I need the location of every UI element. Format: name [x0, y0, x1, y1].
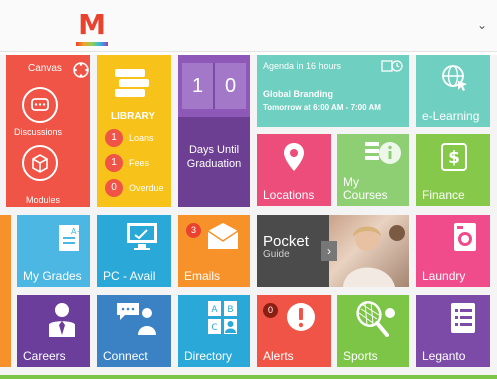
elearning-tile[interactable]: e-Learning: [416, 55, 490, 127]
top-bar: M ⌄: [0, 0, 497, 52]
canvas-logo-icon: [73, 62, 89, 78]
logo-rainbow-bar: [76, 42, 108, 46]
alerts-badge: 0: [263, 303, 278, 318]
svg-text:A+: A+: [71, 227, 83, 236]
emails-badge: 3: [186, 223, 201, 238]
businessman-icon: [49, 303, 75, 337]
emails-label: Emails: [184, 269, 221, 283]
logo-letter: M: [78, 8, 106, 41]
left-edge-strip: [0, 215, 11, 367]
alerts-label: Alerts: [263, 349, 294, 363]
calendar-clock-icon: [381, 60, 403, 72]
mycourses-label-line2: Courses: [343, 188, 388, 202]
fees-label: Fees: [129, 158, 150, 168]
pocketguide-title: Pocket: [263, 233, 309, 250]
countdown-digit-1: 1: [191, 75, 204, 97]
mycourses-label: My Courses: [343, 176, 388, 202]
discussions-label: Discussions: [14, 127, 63, 137]
mygrades-tile[interactable]: A+ My Grades: [17, 215, 90, 287]
pcavail-label: PC - Avail: [103, 269, 156, 283]
directory-label: Directory: [184, 349, 233, 363]
modules-label: Modules: [26, 195, 61, 205]
overdue-label: Overdue: [129, 183, 164, 193]
reading-list-icon: [451, 303, 475, 333]
laundry-label: Laundry: [422, 269, 466, 283]
svg-text:$: $: [448, 148, 460, 168]
pocketguide-tile[interactable]: Pocket Guide ›: [257, 215, 409, 287]
agenda-title: Agenda in 16 hours: [263, 61, 342, 71]
connect-tile[interactable]: Connect: [97, 295, 171, 367]
locations-label: Locations: [263, 188, 315, 202]
app-screen: M ⌄ Canvas Discussions Modules LIBRARY 1…: [0, 0, 497, 379]
pocketguide-subtitle: Guide: [263, 249, 290, 260]
connect-label: Connect: [103, 349, 148, 363]
finance-label: Finance: [422, 188, 465, 202]
countdown-display: 1 0: [182, 63, 246, 109]
sports-tile[interactable]: Sports: [337, 295, 409, 367]
exclamation-icon: [287, 303, 315, 331]
laundry-tile[interactable]: Laundry: [416, 215, 490, 287]
discussions-icon: [22, 87, 58, 123]
directory-tile[interactable]: A B C Directory: [178, 295, 250, 367]
student-photo-icon: [343, 225, 405, 287]
canvas-title: Canvas: [28, 63, 62, 74]
tennis-racket-icon: [356, 301, 395, 337]
mycourses-tile[interactable]: My Courses: [337, 134, 409, 206]
modules-icon: [22, 145, 58, 181]
mygrades-label: My Grades: [23, 269, 82, 283]
careers-label: Careers: [23, 349, 66, 363]
courses-info-icon: [365, 142, 401, 164]
elearning-label: e-Learning: [422, 109, 480, 123]
map-pin-icon: [284, 143, 304, 171]
agenda-event: Global Branding: [263, 89, 334, 99]
sports-label: Sports: [343, 349, 378, 363]
books-icon: [115, 69, 149, 97]
countdown-label: Days Until Graduation: [178, 143, 250, 171]
app-logo[interactable]: M: [74, 8, 110, 46]
computer-icon: [127, 223, 157, 250]
library-title: LIBRARY: [111, 111, 156, 122]
bottom-strip: [0, 375, 497, 379]
library-tile[interactable]: LIBRARY 1 Loans 1 Fees 0 Overdue: [97, 55, 171, 207]
svg-text:A: A: [211, 305, 218, 315]
dollar-icon: $: [441, 143, 467, 171]
agenda-tile[interactable]: Agenda in 16 hours Global Branding Tomor…: [257, 55, 409, 127]
address-book-icon: A B C: [208, 301, 237, 334]
emails-tile[interactable]: 3 Emails: [178, 215, 250, 287]
agenda-time: Tomorrow at 6:00 AM - 7:00 AM: [263, 103, 381, 112]
fees-count: 1: [105, 154, 123, 172]
tile-grid: Canvas Discussions Modules LIBRARY 1 Loa…: [0, 55, 497, 379]
grade-sheet-icon: A+: [59, 225, 83, 251]
svg-text:C: C: [211, 323, 217, 333]
washing-machine-icon: [454, 223, 476, 251]
locations-tile[interactable]: Locations: [257, 134, 331, 206]
countdown-digit-2: 0: [224, 75, 237, 97]
alerts-tile[interactable]: 0 Alerts: [257, 295, 331, 367]
careers-tile[interactable]: Careers: [17, 295, 90, 367]
people-chat-icon: [117, 303, 156, 335]
loans-label: Loans: [129, 133, 154, 143]
envelope-icon: [207, 223, 239, 249]
graduation-countdown-tile[interactable]: 1 0 Days Until Graduation: [178, 55, 250, 207]
leganto-label: Leganto: [422, 349, 466, 363]
svg-text:B: B: [227, 305, 233, 315]
loans-count: 1: [105, 129, 123, 147]
canvas-tile[interactable]: Canvas Discussions Modules: [6, 55, 90, 207]
chevron-down-icon[interactable]: ⌄: [477, 18, 487, 32]
countdown-label-line2: Graduation: [186, 158, 242, 170]
pocketguide-photo: [329, 215, 409, 287]
leganto-tile[interactable]: Leganto: [416, 295, 490, 367]
overdue-count: 0: [105, 179, 123, 197]
chevron-right-icon[interactable]: ›: [321, 241, 337, 261]
countdown-label-line1: Days Until: [188, 144, 240, 156]
finance-tile[interactable]: $ Finance: [416, 134, 490, 206]
globe-cursor-icon: [442, 65, 467, 91]
pcavail-tile[interactable]: PC - Avail: [97, 215, 171, 287]
